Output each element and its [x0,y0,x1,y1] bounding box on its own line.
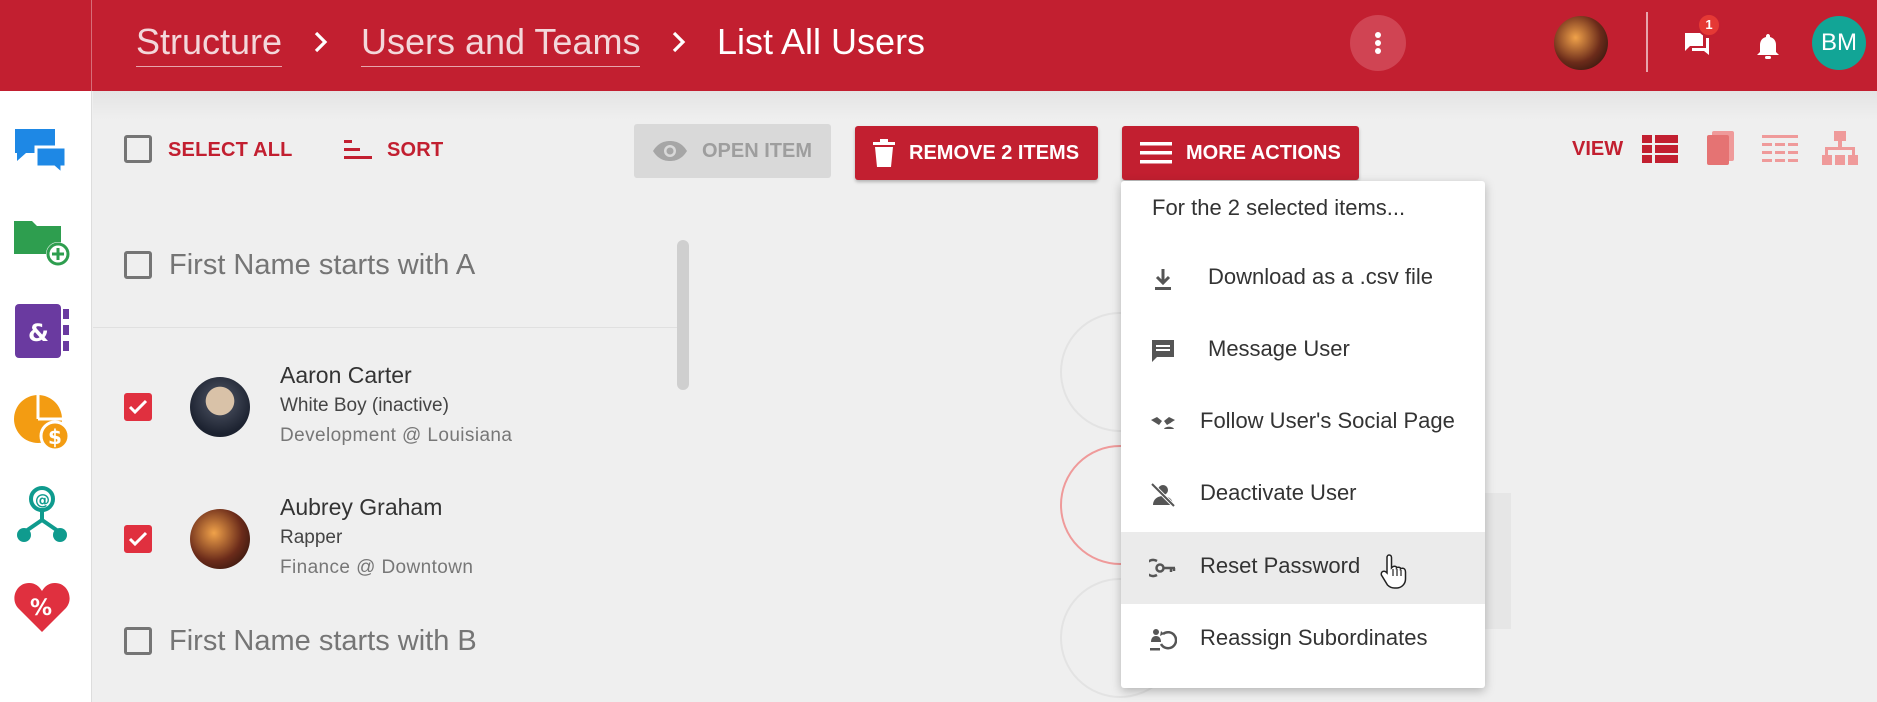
menu-item-deactivate-user[interactable]: Deactivate User [1121,459,1485,531]
download-icon [1155,269,1171,290]
more-actions-label: MORE ACTIONS [1186,141,1341,164]
list-scrollbar[interactable] [677,240,689,390]
user-department: Development @ Louisiana [280,425,513,446]
menu-item-label: Download as a .csv file [1208,264,1433,289]
trash-icon [873,139,895,167]
reassign-icon [1150,629,1177,651]
table-view-icon[interactable] [1762,131,1798,167]
card-view-icon[interactable] [1703,131,1739,167]
heart-percent-icon[interactable]: % [12,577,72,637]
menu-item-reassign-subordinates[interactable]: Reassign Subordinates [1121,604,1485,676]
org-chart-view-icon[interactable] [1822,131,1858,167]
chevron-right-icon [314,31,328,53]
menu-item-message-user[interactable]: Message User [1121,315,1485,387]
org-network-icon[interactable]: @ [12,485,72,545]
menu-header: For the 2 selected items... [1152,195,1406,220]
menu-item-label: Deactivate User [1200,480,1357,505]
avatar [190,509,250,569]
menu-item-label: Reassign Subordinates [1200,625,1428,650]
menu-item-download-csv[interactable]: Download as a .csv file [1121,243,1485,315]
view-label: VIEW [1572,138,1624,160]
user-name[interactable]: Aaron Carter [280,362,412,389]
group-header-a: First Name starts with A [93,227,683,327]
more-options-button[interactable] [1350,15,1406,71]
svg-text:@: @ [35,491,50,509]
app-launcher-rail: & $ @ % [0,91,92,702]
eye-icon [653,141,687,161]
group-divider [93,327,683,328]
notification-badge: 1 [1697,13,1721,37]
checkmark-icon [128,399,148,415]
menu-item-reset-password[interactable]: Reset Password [1121,532,1485,604]
svg-text:$: $ [48,425,62,449]
logo-area [0,0,92,91]
avatar [190,377,250,437]
contacts-book-icon[interactable]: & [12,301,72,361]
group-b-title: First Name starts with B [169,625,477,657]
message-icon [1152,340,1174,362]
remove-items-button[interactable]: REMOVE 2 ITEMS [855,126,1098,180]
menu-item-follow-social[interactable]: Follow User's Social Page [1121,387,1485,459]
open-item-label: OPEN ITEM [702,139,813,162]
app-root: Structure Users and Teams List All Users… [0,0,1877,702]
follow-social-icon [1151,417,1175,429]
more-actions-button[interactable]: MORE ACTIONS [1122,126,1359,180]
profile-avatar[interactable] [1554,16,1608,70]
top-header: Structure Users and Teams List All Users… [0,0,1877,91]
breadcrumb-structure[interactable]: Structure [136,18,283,67]
more-actions-menu: For the 2 selected items... Download as … [1121,181,1485,688]
menu-item-label: Follow User's Social Page [1200,408,1455,433]
page-title: List All Users [717,21,926,62]
select-all-label[interactable]: SELECT ALL [168,139,293,162]
svg-text:&: & [28,319,49,347]
remove-items-label: REMOVE 2 ITEMS [909,141,1080,164]
breadcrumb-users-and-teams[interactable]: Users and Teams [361,18,641,67]
pie-chart-money-icon[interactable]: $ [12,393,72,453]
bell-icon[interactable] [1755,32,1781,60]
user-checkbox-aaron-carter[interactable] [124,393,152,421]
hand-cursor-icon [1380,554,1407,589]
user-title: White Boy (inactive) [280,395,449,416]
user-department: Finance @ Downtown [280,557,474,578]
vertical-dots-icon [1375,32,1381,54]
sort-label[interactable]: SORT [387,139,443,162]
user-title: Rapper [280,527,343,548]
deactivate-user-icon [1150,482,1176,508]
group-b-checkbox[interactable] [124,627,152,655]
add-folder-icon[interactable] [12,209,72,269]
open-item-button[interactable]: OPEN ITEM [634,124,831,178]
header-divider [1646,12,1648,72]
list-view-icon[interactable] [1642,131,1678,167]
user-checkbox-aubrey-graham[interactable] [124,525,152,553]
menu-icon [1140,142,1172,164]
reset-key-icon [1149,558,1176,578]
menu-item-label: Message User [1208,336,1350,361]
chat-bubbles-icon[interactable] [12,121,72,181]
user-name[interactable]: Aubrey Graham [280,494,442,521]
checkmark-icon [128,531,148,547]
select-all-checkbox[interactable] [124,135,152,163]
user-initials-avatar[interactable]: BM [1812,16,1866,70]
group-header-b: First Name starts with B [93,603,683,702]
svg-text:%: % [30,596,52,621]
chevron-right-icon [672,31,686,53]
group-a-title: First Name starts with A [169,249,476,281]
menu-item-label: Reset Password [1200,553,1361,578]
sort-icon[interactable] [344,138,374,160]
group-a-checkbox[interactable] [124,251,152,279]
